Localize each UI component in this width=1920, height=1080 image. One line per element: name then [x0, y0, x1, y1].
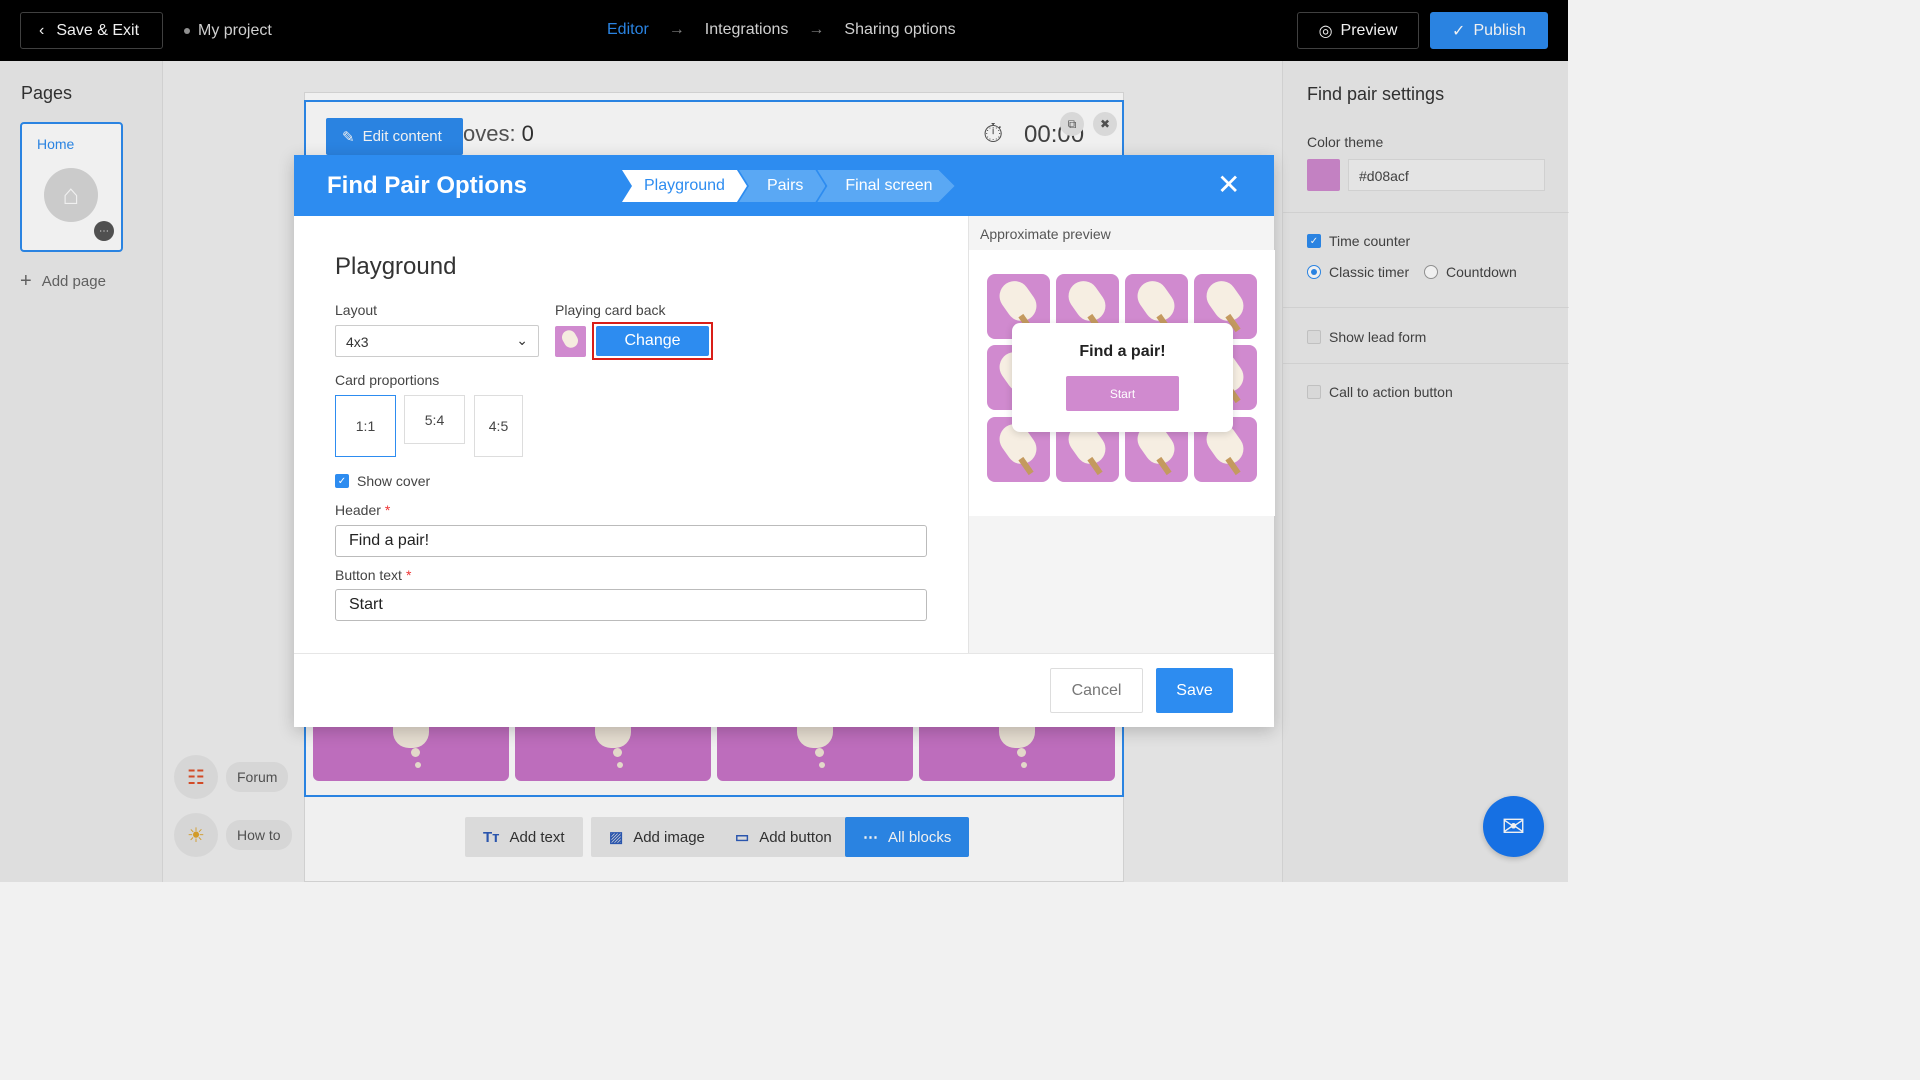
cancel-button[interactable]: Cancel: [1050, 668, 1143, 713]
layout-value: 4x3: [346, 334, 369, 350]
close-icon[interactable]: ✕: [1217, 171, 1240, 199]
proportion-4-5[interactable]: 4:5: [474, 395, 523, 457]
change-button[interactable]: Change: [596, 326, 709, 356]
change-button-highlight: Change: [592, 322, 713, 360]
show-cover-label: Show cover: [357, 473, 431, 489]
layout-select[interactable]: 4x3 ⌄: [335, 325, 539, 357]
preview-start-button: Start: [1066, 376, 1179, 411]
checkbox-checked-icon: ✓: [335, 474, 349, 488]
preview-cover: Find a pair! Start: [1012, 323, 1233, 432]
button-text-input[interactable]: Start: [335, 589, 927, 621]
preview-header: Find a pair!: [1079, 343, 1166, 360]
section-title: Playground: [335, 253, 457, 280]
find-pair-options-modal: Find Pair Options Playground Pairs Final…: [294, 155, 1275, 727]
modal-footer: Cancel Save: [294, 653, 1274, 727]
preview-stage: Find a pair! Start: [969, 250, 1275, 516]
header-label-text: Header: [335, 502, 381, 518]
modal-form: Playground Layout 4x3 ⌄ Playing card bac…: [294, 216, 968, 653]
preview-label: Approximate preview: [980, 226, 1111, 242]
step-final-screen[interactable]: Final screen: [817, 170, 954, 202]
show-cover-checkbox[interactable]: ✓ Show cover: [335, 473, 430, 489]
card-back-thumbnail: [555, 326, 586, 357]
step-pairs[interactable]: Pairs: [739, 170, 825, 202]
save-button[interactable]: Save: [1156, 668, 1233, 713]
step-playground[interactable]: Playground: [622, 170, 747, 202]
layout-label: Layout: [335, 302, 378, 318]
modal-header: Find Pair Options Playground Pairs Final…: [294, 155, 1274, 216]
card-back-label: Playing card back: [555, 302, 666, 318]
header-input[interactable]: Find a pair!: [335, 525, 927, 557]
modal-title: Find Pair Options: [327, 172, 528, 199]
button-text-label-text: Button text: [335, 567, 402, 583]
button-text-label: Button text *: [335, 567, 412, 583]
chevron-down-icon: ⌄: [516, 332, 528, 348]
modal-steps: Playground Pairs Final screen: [622, 170, 947, 202]
header-label: Header *: [335, 502, 391, 518]
proportions-label: Card proportions: [335, 372, 440, 388]
preview-panel: Approximate preview Find a pair! Start: [968, 216, 1275, 653]
proportion-5-4[interactable]: 5:4: [404, 395, 465, 444]
proportion-1-1[interactable]: 1:1: [335, 395, 396, 457]
